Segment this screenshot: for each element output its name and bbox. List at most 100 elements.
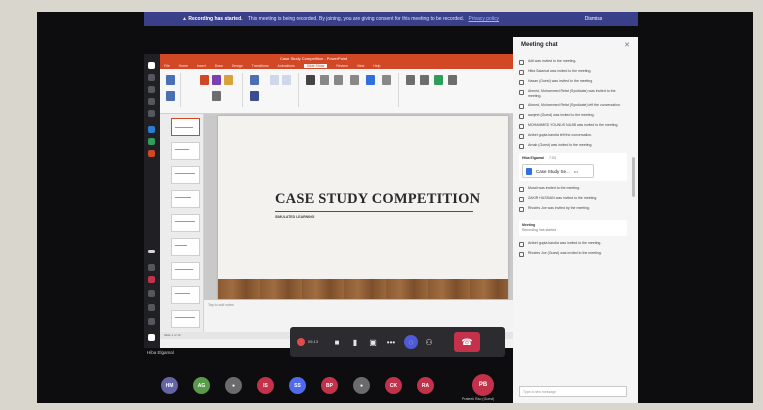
slide-thumbnail[interactable]: [171, 214, 200, 232]
person-left-icon: [519, 104, 524, 109]
tab-design[interactable]: Design: [232, 64, 243, 68]
ribbon-button[interactable]: [224, 75, 233, 85]
app-icon[interactable]: [148, 276, 155, 283]
tab-file[interactable]: File: [164, 64, 170, 68]
ribbon-button[interactable]: [366, 75, 375, 85]
tab-home[interactable]: Home: [179, 64, 188, 68]
participant-avatar[interactable]: HM: [161, 377, 178, 394]
slide-thumbnail[interactable]: [171, 142, 200, 160]
tab-transitions[interactable]: Transitions: [252, 64, 269, 68]
slide-thumbnail[interactable]: [171, 238, 200, 256]
slide-thumbnail[interactable]: [171, 310, 200, 328]
microphone-icon[interactable]: ▮: [348, 335, 362, 349]
windows-start-icon[interactable]: [148, 62, 155, 69]
camera-icon[interactable]: ■: [330, 335, 344, 349]
ribbon-button[interactable]: [382, 75, 391, 85]
participant-avatar[interactable]: IS: [257, 377, 274, 394]
ribbon-button[interactable]: [270, 75, 279, 85]
more-options-icon[interactable]: •••: [384, 335, 398, 349]
app-icon[interactable]: [148, 110, 155, 117]
leave-call-button[interactable]: ☎: [454, 332, 480, 352]
chat-message-input[interactable]: Type a new message: [519, 386, 627, 397]
ribbon-button[interactable]: [166, 75, 175, 85]
participant-avatar[interactable]: ●: [353, 377, 370, 394]
tab-insert[interactable]: Insert: [197, 64, 206, 68]
close-icon[interactable]: ✕: [624, 41, 630, 49]
slide-thumbnail[interactable]: [171, 118, 200, 136]
message-time: 7:03: [548, 156, 556, 160]
tab-animations[interactable]: Animations: [277, 64, 294, 68]
tab-draw[interactable]: Draw: [215, 64, 223, 68]
slide-thumbnail[interactable]: [171, 262, 200, 280]
ribbon-button[interactable]: [448, 75, 457, 85]
dismiss-button[interactable]: Dismiss: [549, 12, 638, 26]
ribbon-button[interactable]: [250, 75, 259, 85]
edge-icon[interactable]: [148, 126, 155, 133]
person-added-icon: [519, 144, 524, 149]
ribbon-button[interactable]: [334, 75, 343, 85]
participant-avatar[interactable]: RA: [417, 377, 434, 394]
slide-thumbnail[interactable]: [171, 190, 200, 208]
word-file-icon: [526, 167, 532, 175]
ribbon-button[interactable]: [212, 91, 221, 101]
slide-thumbnail[interactable]: [171, 286, 200, 304]
ribbon-button[interactable]: [212, 75, 221, 85]
tab-slide-show[interactable]: Slide Show: [303, 64, 328, 68]
ribbon-button[interactable]: [166, 91, 175, 101]
meeting-screen: ▲ Recording has started. This meeting is…: [37, 12, 753, 403]
clock-icon[interactable]: [148, 334, 155, 341]
participant-avatar[interactable]: CK: [385, 377, 402, 394]
thumbnail-text-line: [175, 293, 190, 294]
ribbon-button[interactable]: [350, 75, 359, 85]
app-icon[interactable]: [148, 290, 155, 297]
app-icon[interactable]: [148, 304, 155, 311]
participant-avatar[interactable]: BP: [321, 377, 338, 394]
message-text: Arnab (Guest) was invited to the meeting…: [528, 143, 593, 147]
participants-icon[interactable]: ⚇: [422, 335, 436, 349]
privacy-policy-link[interactable]: Privacy policy: [468, 16, 499, 22]
person-added-icon: [519, 242, 524, 247]
task-view-icon[interactable]: [148, 86, 155, 93]
app-icon[interactable]: [148, 318, 155, 325]
ribbon-button[interactable]: [250, 91, 259, 101]
powerpoint-icon[interactable]: [148, 150, 155, 157]
ribbon-button[interactable]: [282, 75, 291, 85]
ribbon-button[interactable]: [320, 75, 329, 85]
share-icon[interactable]: ▣: [366, 335, 380, 349]
slide-editor: CASE STUDY COMPETITION SIMULATED LEARNIN…: [204, 114, 521, 332]
more-options-icon[interactable]: •••: [574, 169, 578, 174]
ribbon-button[interactable]: [306, 75, 315, 85]
recording-icon: [297, 338, 305, 346]
meeting-card[interactable]: Meeting Recording has started: [519, 220, 627, 236]
chat-icon[interactable]: ◌: [404, 335, 418, 349]
chat-title: Meeting chat: [521, 42, 558, 48]
tab-view[interactable]: View: [357, 64, 365, 68]
thumbnail-text-line: [175, 149, 189, 150]
participant-avatar[interactable]: SS: [289, 377, 306, 394]
chrome-icon[interactable]: [148, 138, 155, 145]
search-icon[interactable]: [148, 74, 155, 81]
app-icon[interactable]: [148, 264, 155, 271]
thumbnail-text-line: [175, 317, 195, 318]
participant-name: Prateek Rao (Guest): [462, 397, 495, 401]
ribbon-button[interactable]: [200, 75, 209, 85]
ribbon-button[interactable]: [420, 75, 429, 85]
current-slide[interactable]: CASE STUDY COMPETITION SIMULATED LEARNIN…: [218, 116, 508, 299]
ribbon-button[interactable]: [434, 75, 443, 85]
participant-avatar-large[interactable]: PB: [472, 374, 494, 396]
chat-scrollbar[interactable]: [632, 157, 635, 197]
person-left-icon: [519, 134, 524, 139]
ribbon-separator: [398, 73, 399, 107]
app-icon[interactable]: [148, 98, 155, 105]
participant-avatar[interactable]: AG: [193, 377, 210, 394]
file-attachment[interactable]: Case Study Se... •••: [522, 164, 594, 178]
tab-review[interactable]: Review: [336, 64, 347, 68]
slide-thumbnail[interactable]: [171, 166, 200, 184]
message-text: Rhodes Joe (Guest) was invited to the me…: [528, 251, 602, 255]
person-added-icon: [519, 197, 524, 202]
ribbon-button[interactable]: [406, 75, 415, 85]
tab-help[interactable]: Help: [373, 64, 380, 68]
participant-avatar[interactable]: ●: [225, 377, 242, 394]
meeting-timer: 05:13: [308, 339, 319, 344]
recording-notice-text: This meeting is being recorded. By joini…: [247, 16, 465, 22]
